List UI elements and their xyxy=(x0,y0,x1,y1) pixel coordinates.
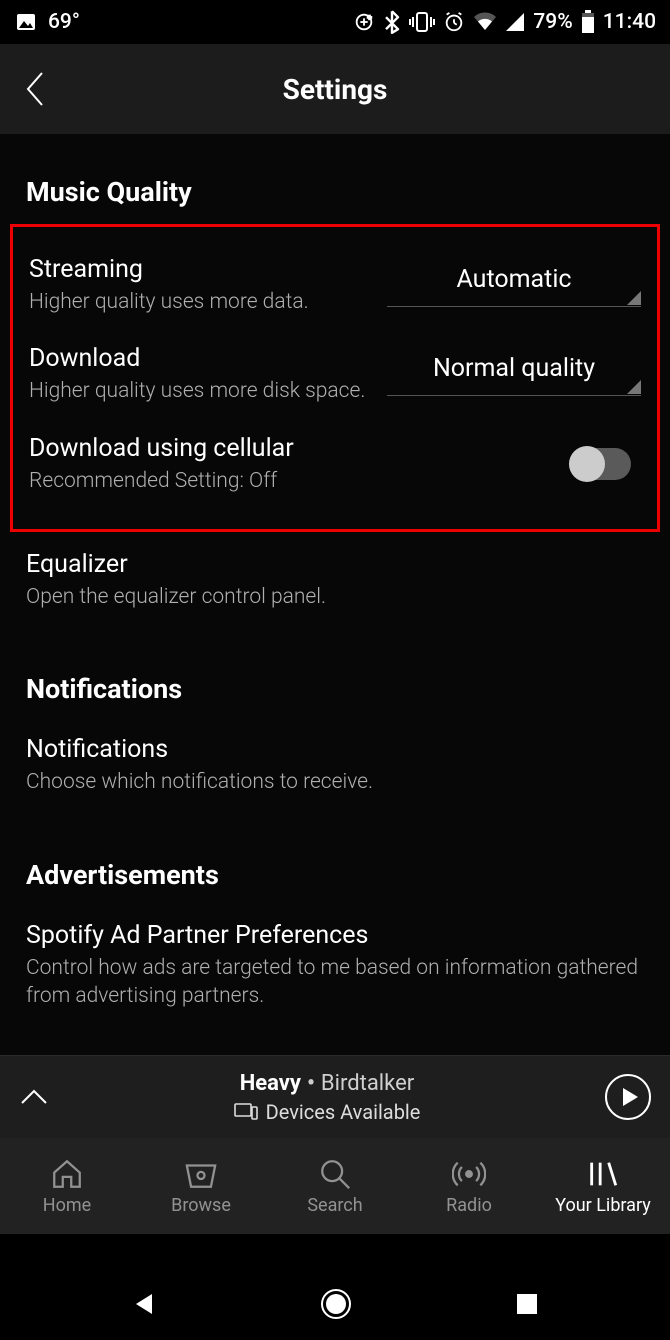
tab-home[interactable]: Home xyxy=(0,1138,134,1234)
triangle-back-icon xyxy=(130,1290,158,1318)
chevron-left-icon xyxy=(24,69,46,109)
row-title: Spotify Ad Partner Preferences xyxy=(26,921,644,950)
dropdown-corner-icon xyxy=(627,380,641,394)
status-bar: 69° 79% 11:40 xyxy=(0,0,670,44)
section-header-notifications: Notifications xyxy=(26,673,644,705)
back-button[interactable] xyxy=(24,69,46,109)
bluetooth-icon xyxy=(383,10,401,34)
devices-icon xyxy=(234,1103,258,1121)
section-header-music-quality: Music Quality xyxy=(26,176,644,208)
nav-recent-button[interactable] xyxy=(514,1291,540,1317)
nav-home-button[interactable] xyxy=(319,1287,353,1321)
streaming-select[interactable]: Automatic xyxy=(387,265,641,307)
tab-browse[interactable]: Browse xyxy=(134,1138,268,1234)
cellular-toggle[interactable] xyxy=(569,448,631,480)
row-notifications[interactable]: Notifications Choose which notifications… xyxy=(0,721,670,816)
row-desc: Control how ads are targeted to me based… xyxy=(26,954,644,1011)
tab-radio[interactable]: Radio xyxy=(402,1138,536,1234)
devices-available[interactable]: Devices Available xyxy=(50,1100,604,1124)
row-desc: Higher quality uses more disk space. xyxy=(29,377,369,405)
select-value: Normal quality xyxy=(387,354,641,396)
search-icon xyxy=(318,1157,352,1191)
row-title: Equalizer xyxy=(26,550,644,579)
row-title: Streaming xyxy=(29,255,369,284)
row-download[interactable]: Download Higher quality uses more disk s… xyxy=(29,330,641,419)
image-icon xyxy=(14,10,38,34)
now-playing-bar[interactable]: Heavy•Birdtalker Devices Available xyxy=(0,1055,670,1138)
settings-content: Music Quality Streaming Higher quality u… xyxy=(0,134,670,1056)
now-playing-track: Heavy•Birdtalker xyxy=(50,1071,604,1096)
row-desc: Choose which notifications to receive. xyxy=(26,768,644,796)
nav-back-button[interactable] xyxy=(130,1290,158,1318)
wifi-icon xyxy=(473,12,497,32)
row-ad-prefs[interactable]: Spotify Ad Partner Preferences Control h… xyxy=(0,907,670,1031)
library-icon xyxy=(586,1157,620,1191)
row-title: Notifications xyxy=(26,735,644,764)
tab-label: Radio xyxy=(446,1195,492,1216)
artist-name: Birdtalker xyxy=(321,1071,414,1096)
tab-search[interactable]: Search xyxy=(268,1138,402,1234)
play-button[interactable] xyxy=(604,1073,652,1121)
row-title: Download xyxy=(29,344,369,373)
status-left: 69° xyxy=(14,10,80,34)
row-streaming[interactable]: Streaming Higher quality uses more data.… xyxy=(29,241,641,330)
row-desc: Recommended Setting: Off xyxy=(29,467,551,495)
row-title: Download using cellular xyxy=(29,434,551,463)
row-download-cellular[interactable]: Download using cellular Recommended Sett… xyxy=(29,420,641,509)
page-title: Settings xyxy=(0,73,670,106)
signal-icon xyxy=(505,12,525,32)
devices-label: Devices Available xyxy=(266,1100,421,1124)
radio-icon xyxy=(452,1157,486,1191)
row-equalizer[interactable]: Equalizer Open the equalizer control pan… xyxy=(0,536,670,631)
browse-icon xyxy=(184,1157,218,1191)
tab-label: Search xyxy=(307,1195,362,1216)
chevron-up-icon xyxy=(18,1087,50,1107)
add-icon xyxy=(353,11,375,33)
dropdown-corner-icon xyxy=(627,291,641,305)
tab-library[interactable]: Your Library xyxy=(536,1138,670,1234)
expand-button[interactable] xyxy=(18,1087,50,1107)
now-playing-info: Heavy•Birdtalker Devices Available xyxy=(50,1071,604,1124)
status-battery-pct: 79% xyxy=(533,10,572,34)
tab-bar: Home Browse Search Radio Your Library xyxy=(0,1138,670,1234)
song-title: Heavy xyxy=(240,1071,301,1096)
section-header-ads: Advertisements xyxy=(26,859,644,891)
highlight-box: Streaming Higher quality uses more data.… xyxy=(10,224,660,532)
square-recent-icon xyxy=(514,1291,540,1317)
vibrate-icon xyxy=(409,11,435,33)
tab-label: Browse xyxy=(171,1195,231,1216)
header: Settings xyxy=(0,44,670,134)
status-temp: 69° xyxy=(48,10,80,34)
home-icon xyxy=(50,1157,84,1191)
tab-label: Home xyxy=(43,1195,91,1216)
status-time: 11:40 xyxy=(603,10,656,34)
tab-label: Your Library xyxy=(555,1195,650,1216)
row-desc: Higher quality uses more data. xyxy=(29,288,369,316)
alarm-icon xyxy=(443,11,465,33)
circle-home-icon xyxy=(319,1287,353,1321)
battery-icon xyxy=(581,10,595,34)
select-value: Automatic xyxy=(387,265,641,307)
status-right: 79% 11:40 xyxy=(353,10,656,34)
android-nav-bar xyxy=(0,1268,670,1340)
play-icon xyxy=(604,1073,652,1121)
download-select[interactable]: Normal quality xyxy=(387,354,641,396)
row-desc: Open the equalizer control panel. xyxy=(26,583,644,611)
toggle-knob xyxy=(569,446,605,482)
